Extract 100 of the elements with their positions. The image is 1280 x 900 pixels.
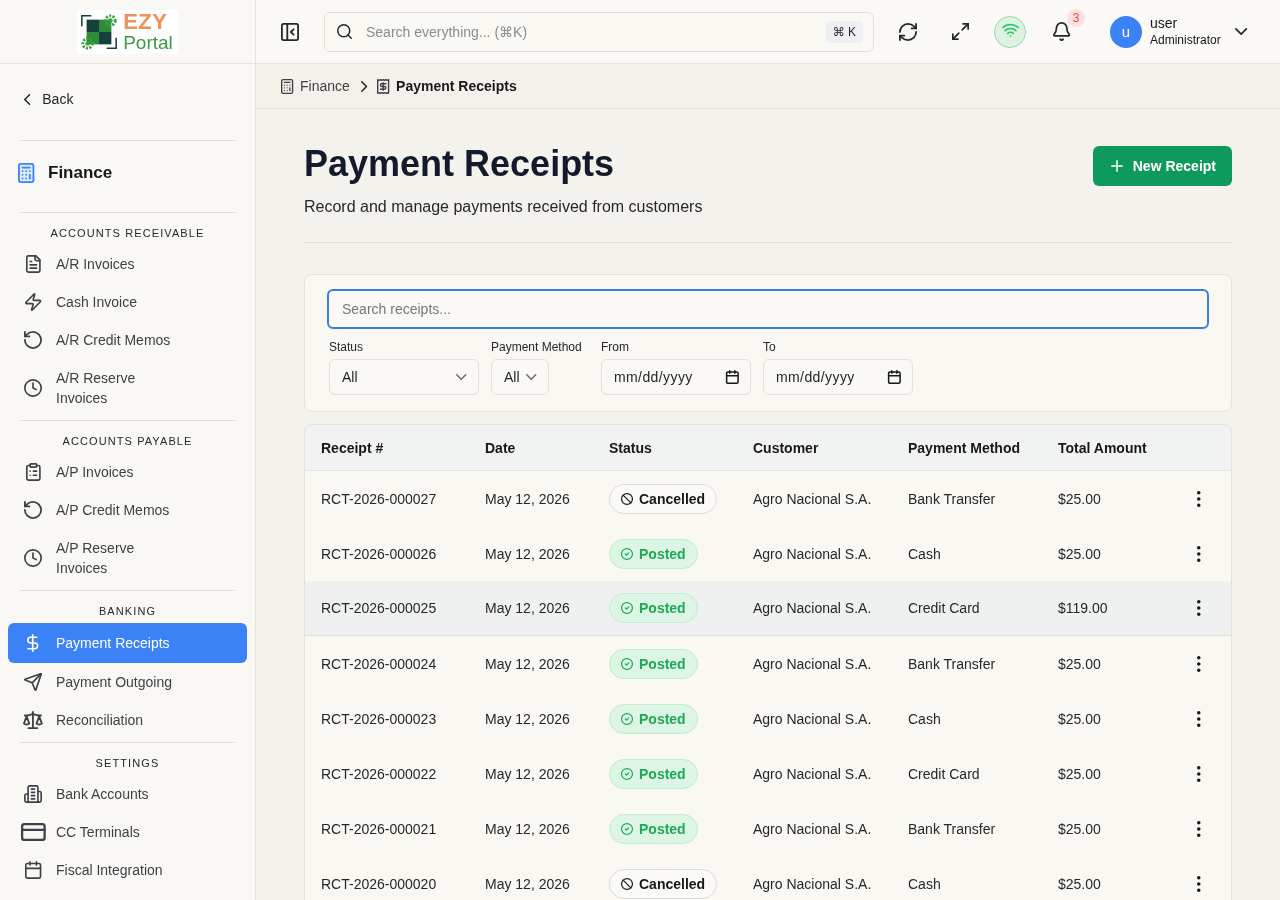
- lightning-icon: [24, 293, 42, 311]
- receipt-number: RCT-2026-000024: [321, 655, 437, 672]
- calculator-icon: [280, 78, 294, 94]
- customer-name: Agro Nacional S.A.: [753, 875, 872, 892]
- module-title: Finance: [48, 162, 113, 184]
- nav-item[interactable]: Cash Invoice: [8, 283, 247, 321]
- customer-name: Agro Nacional S.A.: [753, 710, 872, 727]
- chevron-down-icon: [455, 374, 466, 380]
- refresh-icon[interactable]: [899, 22, 917, 41]
- select-field[interactable]: All: [329, 359, 479, 395]
- payment-method: Credit Card: [908, 765, 980, 782]
- building-icon: [24, 785, 42, 803]
- receipt-date: May 12, 2026: [485, 490, 570, 507]
- column-header: Receipt #: [321, 439, 384, 456]
- notification-badge: 3: [1067, 8, 1085, 27]
- total-amount: $25.00: [1058, 710, 1101, 727]
- receipt-date: May 12, 2026: [485, 545, 570, 562]
- nav-item[interactable]: A/R Invoices: [8, 245, 247, 283]
- payment-method: Bank Transfer: [908, 820, 996, 837]
- sidebar-toggle-icon[interactable]: [281, 22, 299, 41]
- ban-icon: [621, 877, 633, 890]
- receipt-date: May 12, 2026: [485, 875, 570, 892]
- nav-item[interactable]: A/P Credit Memos: [8, 491, 247, 529]
- nav-item[interactable]: A/R Reserve Invoices: [8, 359, 247, 417]
- clipboard-list-icon: [25, 463, 41, 481]
- rotate-left-icon: [24, 331, 42, 349]
- filter-label: From: [601, 339, 629, 355]
- plus-icon: [1110, 160, 1123, 172]
- customer-name: Agro Nacional S.A.: [753, 820, 872, 837]
- receipt-date: May 12, 2026: [485, 710, 570, 727]
- nav-item[interactable]: Payment Receipts: [8, 623, 247, 663]
- table-row[interactable]: RCT-2026-000025 May 12, 2026 Posted Agro Nacional S.A. Credit Card $119.00: [305, 581, 1231, 636]
- back-link[interactable]: Back: [8, 79, 247, 119]
- more-options-icon[interactable]: [1197, 820, 1201, 837]
- total-amount: $25.00: [1058, 655, 1101, 672]
- more-options-icon[interactable]: [1197, 490, 1201, 507]
- new-receipt-button[interactable]: New Receipt: [1092, 146, 1232, 186]
- logo-product-text: Portal: [123, 31, 173, 53]
- payment-method: Bank Transfer: [908, 490, 996, 507]
- user-name: user: [1150, 14, 1179, 32]
- more-options-icon[interactable]: [1197, 655, 1201, 672]
- total-amount: $25.00: [1058, 490, 1101, 507]
- column-header: Date: [485, 439, 516, 456]
- customer-name: Agro Nacional S.A.: [753, 545, 872, 562]
- clock-icon: [24, 549, 42, 567]
- payment-method: Credit Card: [908, 600, 980, 616]
- chevron-down-icon: [525, 374, 537, 380]
- page-subtitle: Record and manage payments received from customers: [304, 197, 703, 217]
- rotate-left-icon: [24, 501, 42, 519]
- nav-item[interactable]: Fiscal Integration: [8, 851, 247, 889]
- column-header: Status: [609, 439, 652, 456]
- receipt-date: May 12, 2026: [485, 655, 570, 672]
- status-text: Posted: [639, 600, 686, 616]
- more-options-icon[interactable]: [1197, 600, 1201, 616]
- status-text: Cancelled: [639, 490, 706, 507]
- more-options-icon[interactable]: [1197, 875, 1201, 892]
- fullscreen-icon[interactable]: [951, 23, 969, 40]
- receipt-number: RCT-2026-000023: [321, 710, 437, 727]
- status-text: Cancelled: [639, 875, 706, 892]
- paper-plane-icon: [24, 673, 42, 691]
- receipt-number: RCT-2026-000026: [321, 545, 437, 562]
- puzzle-gear-icon: [79, 11, 120, 52]
- status-text: Posted: [639, 710, 686, 727]
- date-field[interactable]: mm/dd/yyyy: [763, 359, 913, 395]
- chevron-left-icon: [24, 93, 31, 105]
- calendar-icon: [726, 370, 739, 384]
- receipt-search-field[interactable]: Search receipts...: [327, 289, 1209, 329]
- select-field[interactable]: All: [491, 359, 550, 395]
- column-header: Total Amount: [1058, 439, 1147, 456]
- payment-method: Cash: [908, 710, 941, 727]
- clock-icon: [24, 379, 42, 397]
- nav-item[interactable]: Bank Accounts: [8, 775, 247, 813]
- section-heading: ACCOUNTS RECEIVABLE: [50, 226, 205, 241]
- user-avatar[interactable]: u: [1110, 15, 1142, 48]
- receipt-number: RCT-2026-000020: [321, 875, 437, 892]
- ban-icon: [621, 492, 633, 505]
- search-icon: [337, 24, 352, 39]
- chevron-right-icon: [360, 80, 368, 92]
- nav-item[interactable]: A/P Reserve Invoices: [8, 529, 247, 587]
- total-amount: $25.00: [1058, 875, 1101, 892]
- nav-item[interactable]: Payment Outgoing: [8, 663, 247, 701]
- more-options-icon[interactable]: [1197, 710, 1201, 727]
- more-options-icon[interactable]: [1197, 545, 1201, 562]
- nav-item[interactable]: A/P Invoices: [8, 453, 247, 491]
- receipt-date: May 12, 2026: [485, 600, 570, 616]
- nav-item[interactable]: Reconciliation: [8, 701, 247, 739]
- status-text: Posted: [639, 820, 686, 837]
- user-role: Administrator: [1150, 31, 1221, 49]
- nav-item[interactable]: CC Terminals: [8, 813, 247, 851]
- total-amount: $25.00: [1058, 765, 1101, 782]
- date-field[interactable]: mm/dd/yyyy: [601, 359, 751, 395]
- chevron-down-icon[interactable]: [1234, 28, 1247, 35]
- breadcrumb-link[interactable]: Finance: [300, 78, 350, 94]
- payment-method: Bank Transfer: [908, 655, 996, 672]
- nav-item[interactable]: A/R Credit Memos: [8, 321, 247, 359]
- bell-icon[interactable]: [1053, 22, 1071, 41]
- filter-label: Payment Method: [491, 339, 582, 355]
- page-title: Payment Receipts: [304, 142, 616, 186]
- receipt-date: May 12, 2026: [485, 820, 570, 837]
- more-options-icon[interactable]: [1197, 765, 1201, 782]
